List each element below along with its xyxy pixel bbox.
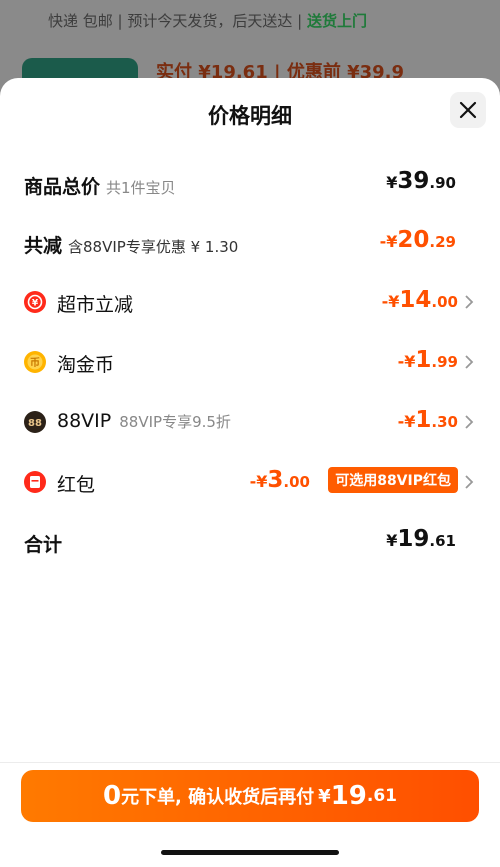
sheet-title: 价格明细 [208,104,292,128]
vip-discount-label: 88VIP 88VIP专享9.5折 [57,410,231,432]
currency-symbol: -¥ [381,292,400,311]
amount-decimal: .00 [431,293,458,311]
amount-integer: 39 [397,168,430,194]
price-detail-sheet: 价格明细 商品总价 共1件宝贝 ¥39.90 共减 含88VIP专享优惠 ¥ 1.3… [0,78,500,867]
red-packet-amount: -¥3.00 [250,467,310,493]
home-indicator [161,850,339,855]
chevron-right-icon [465,415,474,429]
amount-integer: 1 [415,407,432,433]
vip-discount-note: 含88VIP专享优惠 ¥ 1.30 [68,238,239,256]
amount-decimal: .61 [429,532,456,550]
supermarket-discount-label: 超市立减 [57,294,134,316]
sum-row: 合计 ¥19.61 [0,522,500,562]
total-discount-label: 共减 含88VIP专享优惠 ¥ 1.30 [24,231,238,258]
discount-title: 共减 [24,235,63,257]
currency-symbol: -¥ [397,412,416,431]
supermarket-discount-icon: ¥ [24,291,46,313]
supermarket-discount-amount: -¥14.00 [382,287,458,313]
total-price-row: 商品总价 共1件宝贝 ¥39.90 [0,164,500,204]
gold-coin-label: 淘金币 [57,354,115,376]
amount-decimal: .90 [429,174,456,192]
currency-symbol: -¥ [249,472,268,491]
currency-symbol: -¥ [379,232,398,251]
sum-label: 合计 [24,534,63,556]
amount-integer: 14 [399,287,432,313]
amount-decimal: .99 [431,353,458,371]
vip-discount-amount: -¥1.30 [398,407,458,433]
svg-text:88: 88 [28,418,42,429]
total-price-title: 商品总价 [24,176,101,198]
vip-discount-row[interactable]: 88 88VIP 88VIP专享9.5折 -¥1.30 [0,403,500,443]
amount-integer: 19 [397,526,430,552]
item-count: 共1件宝贝 [106,179,176,197]
currency-symbol: ¥ [386,531,398,550]
pay-later-text: 元下单, 确认收货后再付 [121,787,315,808]
currency-symbol: ¥ [318,785,331,807]
vip-red-packet-badge[interactable]: 可选用88VIP红包 [328,467,458,493]
total-price-label: 商品总价 共1件宝贝 [24,172,176,199]
door-delivery-label: 送货上门 [306,12,367,30]
pay-later-decimal: .61 [366,786,398,806]
vip-rate: 88VIP专享9.5折 [119,413,231,431]
shipping-text: 快递 包邮 | 预计今天发货，后天送达 | [48,12,303,30]
amount-integer: 3 [267,467,284,493]
total-discount-amount: -¥20.29 [380,227,456,253]
vip-name: 88VIP [57,410,112,432]
amount-decimal: .29 [429,233,456,251]
svg-text:¥: ¥ [32,299,39,309]
amount-decimal: .30 [431,413,458,431]
shipping-info: 快递 包邮 | 预计今天发货，后天送达 | 送货上门 [48,10,367,31]
red-packet-icon [24,471,46,493]
supermarket-discount-row[interactable]: ¥ 超市立减 -¥14.00 [0,283,500,323]
svg-text:币: 币 [30,357,40,369]
chevron-right-icon [465,355,474,369]
pay-now-amount: 0 [102,781,122,811]
amount-decimal: .00 [283,473,310,491]
chevron-right-icon [465,295,474,309]
gold-coin-row[interactable]: 币 淘金币 -¥1.99 [0,343,500,383]
chevron-right-icon [465,475,474,489]
pay-later-integer: 19 [330,781,367,811]
close-icon [459,101,477,119]
88vip-icon: 88 [24,411,46,433]
red-packet-row[interactable]: 红包 -¥3.00 可选用88VIP红包 [0,463,500,503]
amount-integer: 20 [397,227,430,253]
total-discount-row: 共减 含88VIP专享优惠 ¥ 1.30 -¥20.29 [0,223,500,263]
gold-coin-icon: 币 [24,351,46,373]
gold-coin-amount: -¥1.99 [398,347,458,373]
total-price-amount: ¥39.90 [386,168,456,194]
sum-amount: ¥19.61 [386,526,456,552]
red-packet-label: 红包 [57,474,96,496]
currency-symbol: ¥ [386,173,398,192]
close-button[interactable] [450,92,486,128]
currency-symbol: -¥ [397,352,416,371]
footer-divider [0,762,500,763]
place-order-button[interactable]: 0 元下单, 确认收货后再付 ¥19.61 [21,770,479,822]
amount-integer: 1 [415,347,432,373]
